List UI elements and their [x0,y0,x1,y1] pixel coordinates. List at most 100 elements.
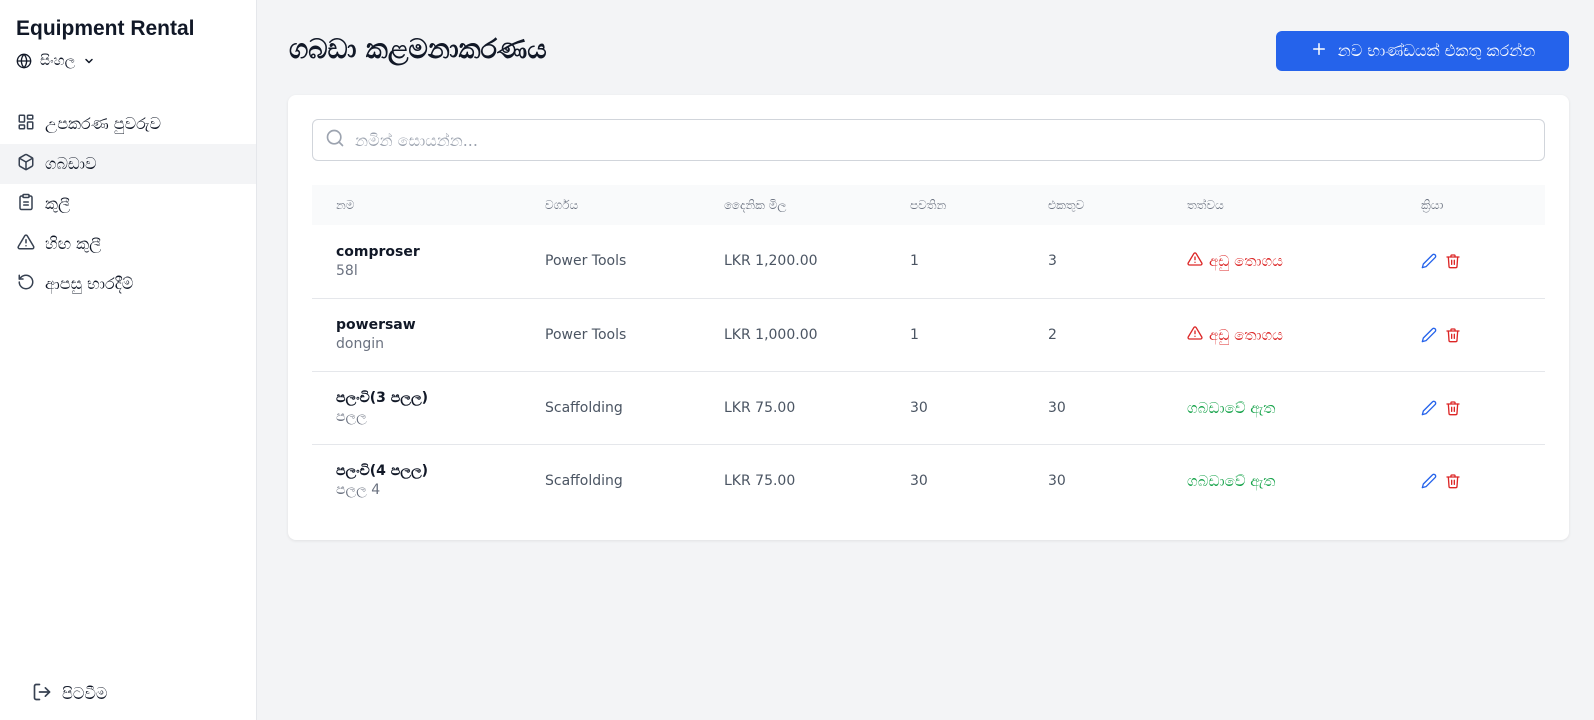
main-content: ගබඩා කළමනාකරණය නව භාණ්ඩයක් එකතු කරන්න නම… [257,0,1594,720]
price-cell: LKR 75.00 [724,399,796,416]
total-cell: 2 [1048,326,1057,343]
item-name: comproser [336,243,420,260]
name-cell: comproser 58l [312,225,521,298]
column-header-status: තත්වය [1187,197,1224,212]
available-cell: 1 [910,326,919,343]
total-cell: 30 [1048,472,1066,489]
available-cell: 1 [910,253,919,270]
sidebar-nav: උපකරණ පුවරුව ගබඩාව කුලී හිඟ කුලී ආපසු භා… [0,104,256,304]
add-item-button[interactable]: නව භාණ්ඩයක් එකතු කරන්න [1276,31,1569,71]
item-description: 58l [336,262,358,279]
search-box [312,119,1545,161]
status-badge: අඩු තොගය [1187,251,1397,271]
page-title: ගබඩා කළමනාකරණය [289,34,547,65]
app-root: Equipment Rental සිංහල උපකරණ පුවරුව ගබඩා… [0,0,1594,720]
sidebar-item-overdue-rentals[interactable]: හිඟ කුලී [0,224,256,264]
item-description: dongin [336,336,384,352]
trash-icon[interactable] [1445,400,1461,416]
inventory-table: නම වර්ගය දෛනික මිල පවතින එකතුව තත්වය ක්‍… [312,185,1545,517]
edit-icon[interactable] [1421,400,1437,416]
sidebar-item-dashboard[interactable]: උපකරණ පුවරුව [0,104,256,144]
sidebar-item-label: හිඟ කුලී [45,234,102,253]
inventory-card: නම වර්ගය දෛනික මිල පවතින එකතුව තත්වය ක්‍… [288,95,1569,540]
chevron-down-icon [83,55,95,67]
status-cell: ගබඩාවේ ඇත [1163,371,1397,444]
alert-triangle-icon [17,233,35,255]
language-label: සිංහල [40,53,76,69]
category-cell: Power Tools [545,253,627,270]
language-selector[interactable]: සිංහල [16,53,95,69]
trash-icon[interactable] [1445,473,1461,489]
price-cell: LKR 1,000.00 [724,326,818,343]
table-header-row: නම වර්ගය දෛනික මිල පවතින එකතුව තත්වය ක්‍… [312,185,1545,225]
table-row: පලංචි(3 පලල) පලල Scaffolding LKR 75.00 3… [312,371,1545,444]
logout-button[interactable]: පිටවීම [32,682,107,706]
item-name: powersaw [336,317,416,333]
status-cell: අඩු තොගය [1163,225,1397,298]
name-cell: පලංචි(3 පලල) පලල [312,371,521,444]
clipboard-icon [17,193,35,215]
status-badge: අඩු තොගය [1187,325,1397,345]
sidebar-item-label: ගබඩාව [45,154,97,173]
status-cell: අඩු තොගය [1163,298,1397,371]
edit-icon[interactable] [1421,327,1437,343]
sidebar-item-label: කුලී [45,194,71,213]
status-label: අඩු තොගය [1209,252,1283,271]
alert-triangle-icon [1187,325,1203,345]
total-cell: 30 [1048,399,1066,416]
total-cell: 3 [1048,253,1057,270]
trash-icon[interactable] [1445,253,1461,269]
brand-title: Equipment Rental [16,17,195,40]
edit-icon[interactable] [1421,253,1437,269]
plus-icon [1310,40,1328,62]
item-description: පලල 4 [336,482,381,499]
table-row: comproser 58l Power Tools LKR 1,200.00 1… [312,225,1545,298]
price-cell: LKR 1,200.00 [724,253,818,270]
column-header-category: වර්ගය [545,197,579,212]
category-cell: Scaffolding [545,399,623,416]
status-badge: ගබඩාවේ ඇත [1187,399,1397,417]
column-header-actions: ක්‍රියා [1421,197,1444,212]
table-row: පලංචි(4 පලල) පලල 4 Scaffolding LKR 75.00… [312,444,1545,517]
alert-triangle-icon [1187,251,1203,271]
status-label: ගබඩාවේ ඇත [1187,398,1276,417]
status-badge: ගබඩාවේ ඇත [1187,472,1397,490]
item-name: පලංචි(4 පලල) [336,463,429,480]
globe-icon [16,53,32,69]
logout-icon [32,682,52,706]
column-header-name: නම [336,197,355,212]
sidebar-item-inventory[interactable]: ගබඩාව [0,144,256,184]
sidebar-item-returns[interactable]: ආපසු භාරදීම් [0,264,256,304]
trash-icon[interactable] [1445,327,1461,343]
status-cell: ගබඩාවේ ඇත [1163,444,1397,517]
category-cell: Scaffolding [545,472,623,489]
sidebar-item-label: ආපසු භාරදීම් [45,274,134,293]
sidebar-item-rentals[interactable]: කුලී [0,184,256,224]
column-header-available: පවතින [910,197,947,212]
table-row: powersaw dongin Power Tools LKR 1,000.00… [312,298,1545,371]
sidebar: Equipment Rental සිංහල උපකරණ පුවරුව ගබඩා… [0,0,257,720]
search-icon [325,128,345,152]
edit-icon[interactable] [1421,473,1437,489]
status-label: අඩු තොගය [1209,325,1283,344]
item-name: පලංචි(3 පලල) [336,390,429,406]
actions-cell [1397,371,1545,444]
package-icon [17,153,35,175]
search-input[interactable] [355,121,1544,159]
sidebar-item-label: උපකරණ පුවරුව [45,114,161,133]
name-cell: පලංචි(4 පලල) පලල 4 [312,444,521,517]
price-cell: LKR 75.00 [724,472,796,489]
category-cell: Power Tools [545,326,627,343]
column-header-total: එකතුව [1048,197,1085,212]
dashboard-icon [17,113,35,135]
name-cell: powersaw dongin [312,298,521,371]
actions-cell [1397,444,1545,517]
status-label: ගබඩාවේ ඇත [1187,471,1276,490]
rotate-ccw-icon [17,273,35,295]
actions-cell [1397,225,1545,298]
item-description: පලල [336,409,367,425]
column-header-daily-price: දෛනික මිල [724,197,787,212]
available-cell: 30 [910,399,928,416]
actions-cell [1397,298,1545,371]
add-item-label: නව භාණ්ඩයක් එකතු කරන්න [1337,41,1536,60]
